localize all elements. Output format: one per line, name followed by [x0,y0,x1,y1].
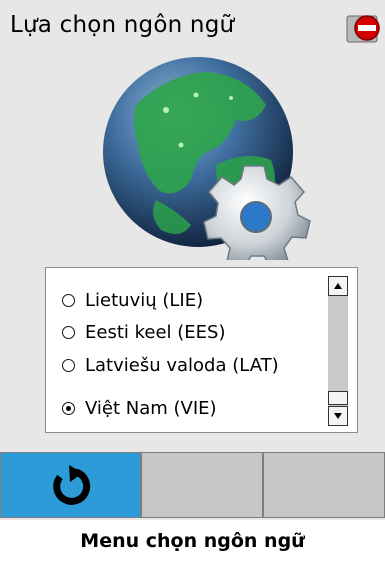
no-entry-icon[interactable] [345,12,385,46]
language-option-latvian[interactable]: Latviešu valoda (LAT) [62,349,279,381]
figure-caption: Menu chọn ngôn ngữ [80,530,305,552]
radio-button[interactable] [62,325,75,339]
triangle-down-icon [334,413,342,419]
refresh-icon [52,465,90,505]
language-label: Lietuvių (LIE) [85,289,204,311]
page-title: Lựa chọn ngôn ngữ [10,12,235,38]
scrollbar[interactable] [328,276,348,426]
language-option-vietnamese[interactable]: Việt Nam (VIE) [62,392,217,424]
bottom-toolbar [0,452,385,520]
scroll-thumb[interactable] [328,391,348,405]
toolbar-button-empty[interactable] [263,452,385,518]
toolbar-button-empty[interactable] [141,452,263,518]
language-label: Latviešu valoda (LAT) [85,354,279,376]
language-label: Eesti keel (EES) [85,321,226,343]
triangle-up-icon [334,283,342,289]
radio-button[interactable] [62,358,75,372]
language-screen: Lựa chọn ngôn ngữ Lietuvių (LIE) Eesti k… [0,0,385,520]
scroll-down-button[interactable] [328,406,348,426]
scroll-up-button[interactable] [328,276,348,296]
refresh-button[interactable] [0,452,141,518]
radio-button-selected[interactable] [62,401,75,415]
language-list: Lietuvių (LIE) Eesti keel (EES) Latviešu… [45,267,358,433]
globe-with-gear-icon [96,50,314,269]
radio-button[interactable] [62,293,75,307]
language-option-estonian[interactable]: Eesti keel (EES) [62,316,225,348]
language-label: Việt Nam (VIE) [85,397,217,419]
language-option-lithuanian[interactable]: Lietuvių (LIE) [62,284,203,316]
